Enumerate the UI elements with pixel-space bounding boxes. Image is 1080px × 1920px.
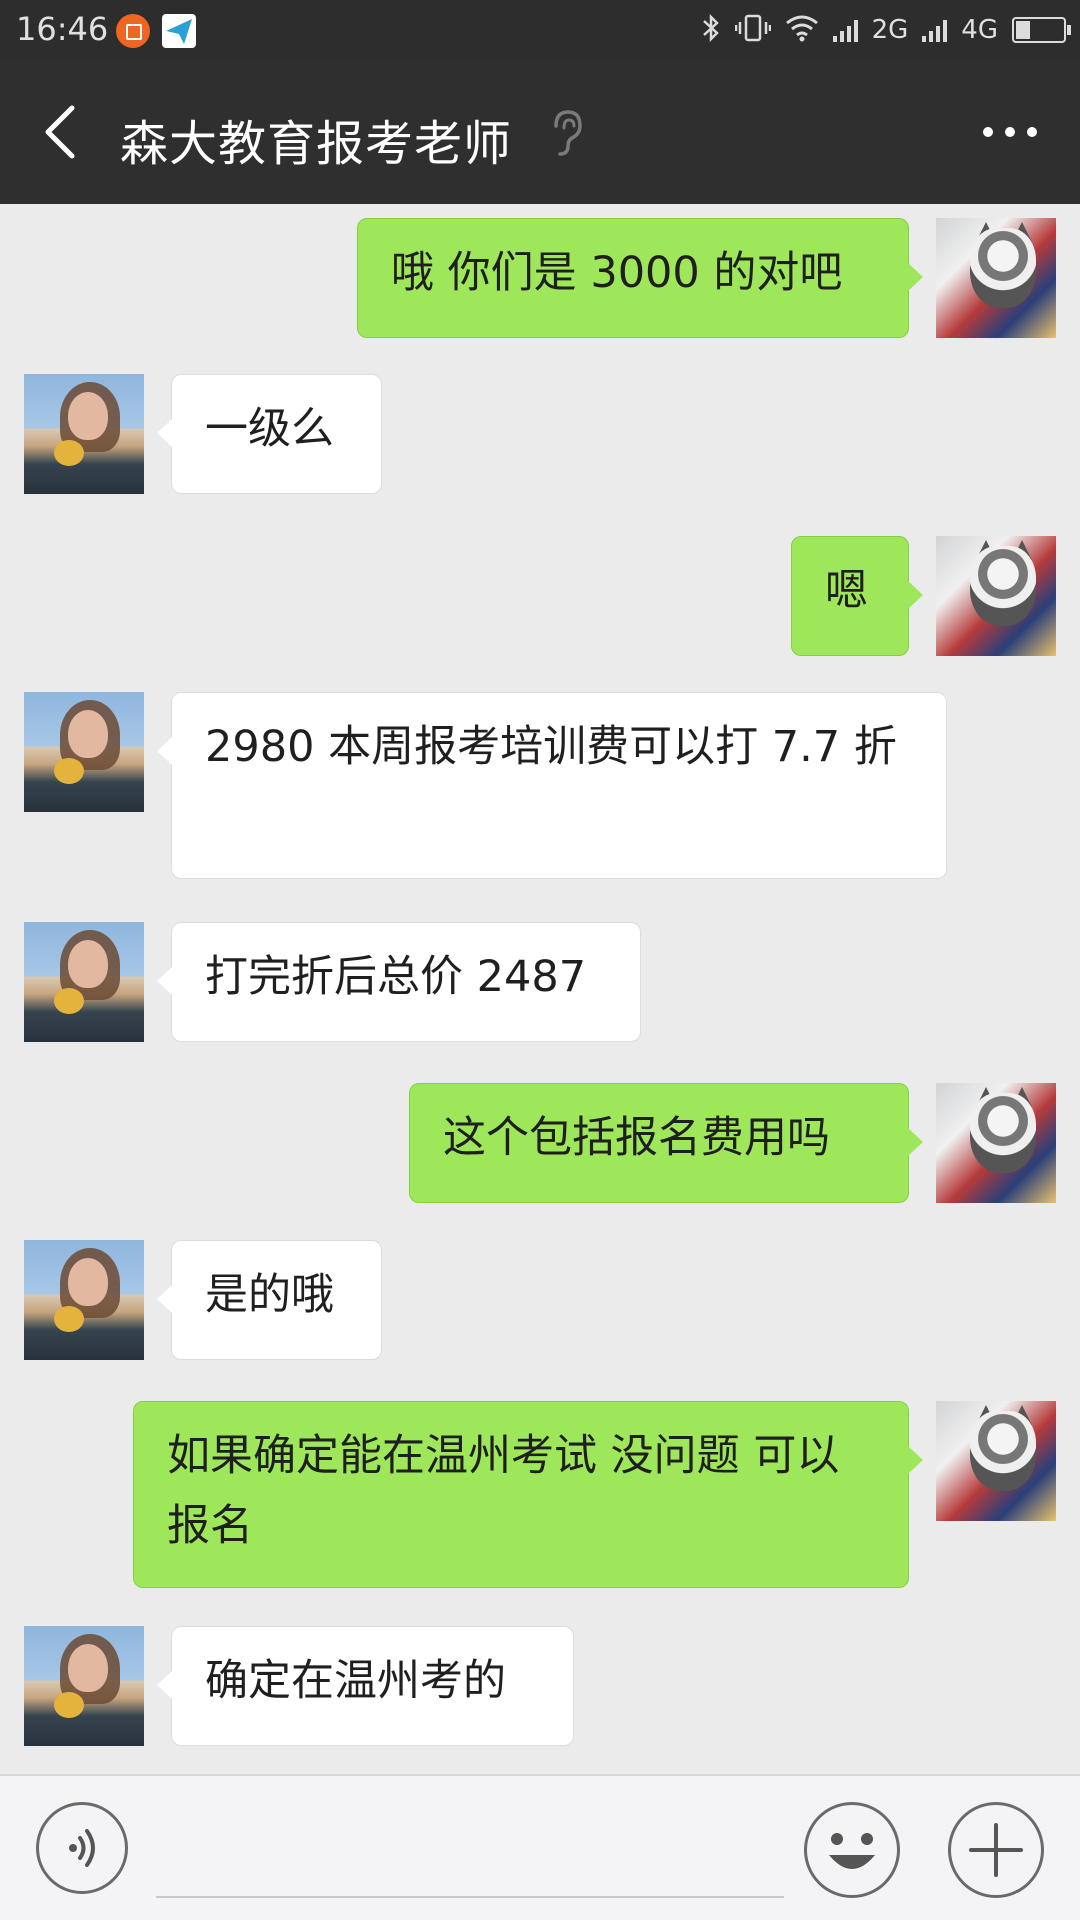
- contact-avatar[interactable]: [24, 922, 144, 1042]
- my-avatar[interactable]: [936, 1401, 1056, 1521]
- contact-avatar[interactable]: [24, 692, 144, 812]
- contact-avatar[interactable]: [24, 1626, 144, 1746]
- status-time: 16:46: [16, 10, 109, 48]
- incoming-message-bubble[interactable]: 是的哦: [157, 1240, 382, 1360]
- voice-icon: [69, 1829, 95, 1867]
- contact-avatar[interactable]: [24, 374, 144, 494]
- notification-send-icon: [162, 14, 196, 48]
- emoji-button[interactable]: [804, 1802, 900, 1898]
- network-2g-label: 2G: [871, 15, 909, 45]
- my-avatar[interactable]: [936, 536, 1056, 656]
- signal-2g-icon: [832, 18, 858, 42]
- ear-icon: [548, 108, 584, 160]
- contact-avatar[interactable]: [24, 1240, 144, 1360]
- page-title: 森大教育报考老师: [120, 116, 513, 172]
- wifi-icon: [785, 14, 819, 46]
- outgoing-message-bubble[interactable]: 哦 你们是 3000 的对吧: [357, 218, 923, 338]
- voice-input-button[interactable]: [36, 1802, 128, 1894]
- more-button[interactable]: [980, 122, 1040, 142]
- incoming-message-bubble[interactable]: 打完折后总价 2487: [157, 922, 641, 1042]
- more-functions-button[interactable]: [948, 1802, 1044, 1898]
- notification-app-icon: [116, 14, 150, 48]
- my-avatar[interactable]: [936, 1083, 1056, 1203]
- network-4g-label: 4G: [961, 15, 998, 45]
- incoming-message-bubble[interactable]: 2980 本周报考培训费可以打 7.7 折: [157, 692, 947, 879]
- bluetooth-icon: [701, 13, 721, 47]
- outgoing-message-bubble[interactable]: 嗯: [791, 536, 923, 656]
- status-bar: 16:46 2G 4G: [0, 0, 1080, 60]
- input-bar: [0, 1774, 1080, 1920]
- chat-screen: 16:46 2G 4G 森大教育报考老师 哦 你们是 3000 的对吧 一级么 …: [0, 0, 1080, 1920]
- message-input[interactable]: [156, 1798, 784, 1898]
- message-list: 哦 你们是 3000 的对吧 一级么 嗯 2980 本周报考培训费可以打 7.7…: [0, 204, 1080, 1774]
- vibrate-icon: [734, 13, 771, 47]
- more-dots-icon: [983, 127, 1037, 137]
- my-avatar[interactable]: [936, 218, 1056, 338]
- battery-icon: [1012, 17, 1071, 43]
- plus-icon: [969, 1823, 1023, 1877]
- status-indicators: 2G 4G: [701, 6, 1071, 54]
- signal-4g-icon: [922, 18, 948, 42]
- incoming-message-bubble[interactable]: 确定在温州考的: [157, 1626, 574, 1746]
- emoji-icon: [829, 1833, 875, 1869]
- back-button[interactable]: [36, 100, 96, 164]
- chevron-left-icon: [45, 105, 75, 159]
- outgoing-message-bubble[interactable]: 这个包括报名费用吗: [409, 1083, 923, 1203]
- incoming-message-bubble[interactable]: 一级么: [157, 374, 382, 494]
- outgoing-message-bubble[interactable]: 如果确定能在温州考试 没问题 可以报名: [133, 1401, 923, 1588]
- chat-header: 森大教育报考老师: [0, 60, 1080, 204]
